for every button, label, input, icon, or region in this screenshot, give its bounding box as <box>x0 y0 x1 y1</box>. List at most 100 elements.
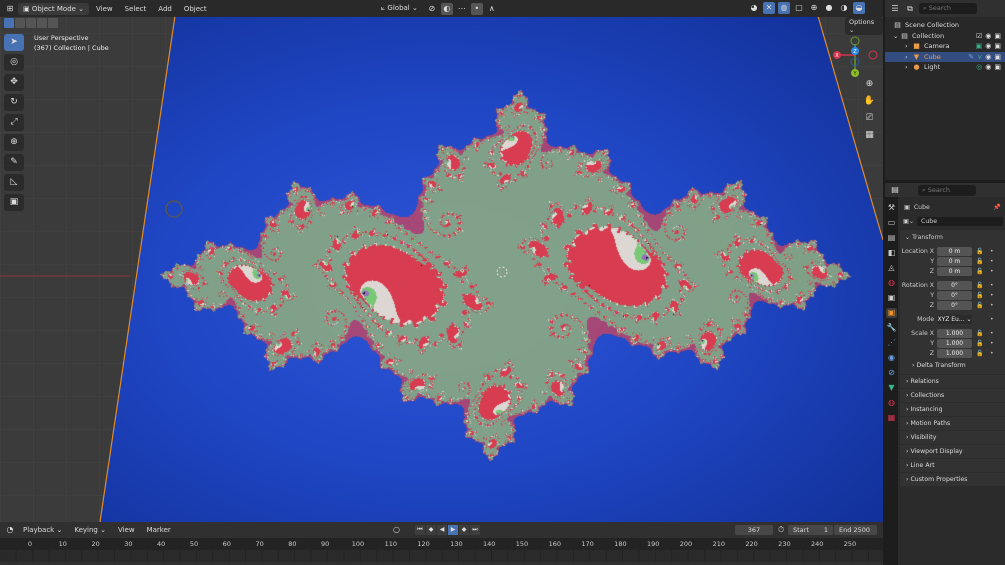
lock-icon[interactable]: 🔓 <box>974 292 986 299</box>
menu-view[interactable]: View <box>91 3 118 15</box>
next-keyframe-icon[interactable]: ◆ <box>459 525 469 535</box>
auto-keying-icon[interactable]: ○ <box>393 525 400 534</box>
shading-material-icon[interactable]: ◑ <box>838 2 850 14</box>
scale-z-field[interactable]: 1.000 <box>937 348 972 358</box>
camera-view-icon[interactable]: ⎚ <box>863 113 876 126</box>
gizmo-toggle-icon[interactable]: ✕ <box>763 2 775 14</box>
rotation-mode-dropdown[interactable]: XYZ Eu... ⌄ <box>937 314 972 324</box>
move-tool-icon[interactable]: ✥ <box>4 74 24 91</box>
pivot-icon[interactable]: ⊘ <box>426 3 438 15</box>
keyframe-dot-icon[interactable]: • <box>990 302 994 309</box>
location-x-field[interactable]: 0 m <box>937 246 972 256</box>
transform-orientation-dropdown[interactable]: ⟀ Global ⌄ <box>376 2 423 15</box>
render-camera-icon[interactable]: ▣ <box>994 42 1001 50</box>
filter-icon[interactable]: ⧉ <box>904 3 916 15</box>
outliner-item-cube[interactable]: › ▼ Cube ✎ ⋎ ◉ ▣ <box>885 51 1005 62</box>
constraints-tab-icon[interactable]: ⊘ <box>886 368 897 378</box>
scene-collection-row[interactable]: ▤ Scene Collection <box>885 20 1005 31</box>
eye-icon[interactable]: ◉ <box>985 63 991 71</box>
object-browse-icon[interactable]: ▣⌄ <box>903 218 914 225</box>
navigation-gizmo[interactable]: Z X Y <box>832 36 878 82</box>
data-tab-icon[interactable]: ▼ <box>886 383 897 393</box>
transform-panel-header[interactable]: ⌄ Transform <box>900 230 1005 244</box>
lock-icon[interactable]: 🔓 <box>974 268 986 275</box>
menu-object[interactable]: Object <box>179 3 212 15</box>
panel-motion-paths[interactable]: › Motion Paths <box>900 417 1005 430</box>
material-tab-icon[interactable]: ◍ <box>886 398 897 408</box>
snap-target-icon[interactable]: ⋯ <box>456 3 468 15</box>
keyframe-dot-icon[interactable]: • <box>990 340 994 347</box>
mode-dropdown[interactable]: ▣ Object Mode ⌄ <box>18 2 90 15</box>
play-reverse-icon[interactable]: ◀ <box>437 525 447 535</box>
play-icon[interactable]: ▶ <box>448 525 458 535</box>
panel-visibility[interactable]: › Visibility <box>900 431 1005 444</box>
pan-hand-icon[interactable]: ✋ <box>863 96 876 109</box>
rotation-y-field[interactable]: 0° <box>937 290 972 300</box>
rotation-x-field[interactable]: 0° <box>937 280 972 290</box>
current-frame-field[interactable]: 367 <box>735 525 773 535</box>
keyframe-dot-icon[interactable]: • <box>990 330 994 337</box>
scale-tool-icon[interactable]: ⤢ <box>4 114 24 131</box>
timeline-editor-icon[interactable]: ◔ <box>4 524 16 536</box>
scale-y-field[interactable]: 1.000 <box>937 338 972 348</box>
selection-modes[interactable] <box>4 18 58 28</box>
physics-tab-icon[interactable]: ◉ <box>886 353 897 363</box>
menu-playback[interactable]: Playback ⌄ <box>18 524 67 536</box>
overlay-icon[interactable]: ◍ <box>778 2 790 14</box>
keyframe-dot-icon[interactable]: • <box>990 258 994 265</box>
zoom-icon[interactable]: ⊕ <box>863 79 876 92</box>
view-layer-tab-icon[interactable]: ◧ <box>886 248 897 258</box>
render-camera-icon[interactable]: ▣ <box>994 32 1001 40</box>
texture-tab-icon[interactable]: ▦ <box>886 413 897 423</box>
panel-collections[interactable]: › Collections <box>900 389 1005 402</box>
menu-view[interactable]: View <box>113 524 140 536</box>
lock-icon[interactable]: 🔓 <box>974 350 986 357</box>
menu-add[interactable]: Add <box>153 3 177 15</box>
collection-tab-icon[interactable]: ▣ <box>886 293 897 303</box>
start-frame-field[interactable]: Start 1 <box>788 525 833 535</box>
select-tool-icon[interactable]: ➤ <box>4 34 24 51</box>
eye-icon[interactable]: ◉ <box>985 42 991 50</box>
proportional-edit-icon[interactable]: • <box>470 2 483 15</box>
shading-rendered-icon[interactable]: ◒ <box>853 2 865 14</box>
panel-viewport-display[interactable]: › Viewport Display <box>900 445 1005 458</box>
outliner-item-camera[interactable]: › ■ Camera ▣ ◉ ▣ <box>885 41 1005 52</box>
world-tab-icon[interactable]: ◍ <box>886 278 897 288</box>
output-tab-icon[interactable]: ▤ <box>886 233 897 243</box>
falloff-icon[interactable]: ∧ <box>486 3 498 15</box>
snap-icon[interactable]: ◐ <box>440 2 453 15</box>
editor-type-icon[interactable]: ⊞ <box>4 3 16 15</box>
cursor-tool-icon[interactable]: ◎ <box>4 54 24 71</box>
keyframe-dot-icon[interactable]: • <box>990 282 994 289</box>
shading-wireframe-icon[interactable]: ⊕ <box>808 2 820 14</box>
lock-icon[interactable]: 🔓 <box>974 258 986 265</box>
render-camera-icon[interactable]: ▣ <box>994 63 1001 71</box>
annotate-tool-icon[interactable]: ✎ <box>4 154 24 171</box>
keyframe-dot-icon[interactable]: • <box>990 292 994 299</box>
lock-icon[interactable]: 🔓 <box>974 340 986 347</box>
object-name-field[interactable]: Cube <box>917 216 1003 226</box>
properties-editor-icon[interactable]: ▤ <box>889 184 901 196</box>
modifier-tab-icon[interactable]: 🔧 <box>886 323 897 333</box>
end-frame-field[interactable]: End 2500 <box>834 525 877 535</box>
menu-keying[interactable]: Keying ⌄ <box>69 524 111 536</box>
panel-delta-transform[interactable]: › Delta Transform <box>900 359 1005 372</box>
keyframe-dot-icon[interactable]: • <box>990 268 994 275</box>
location-y-field[interactable]: 0 m <box>937 256 972 266</box>
prev-keyframe-icon[interactable]: ◆ <box>426 525 436 535</box>
lock-icon[interactable]: 🔓 <box>974 302 986 309</box>
checkbox-icon[interactable]: ☑ <box>976 32 982 40</box>
rotation-z-field[interactable]: 0° <box>937 300 972 310</box>
eye-icon[interactable]: ◉ <box>985 53 991 61</box>
ortho-grid-icon[interactable]: ▦ <box>863 130 876 143</box>
transform-tool-icon[interactable]: ⊕ <box>4 134 24 151</box>
location-z-field[interactable]: 0 m <box>937 266 972 276</box>
lock-icon[interactable]: 🔓 <box>974 248 986 255</box>
visibility-icon[interactable]: ◕ <box>748 2 760 14</box>
display-mode-icon[interactable]: ☰ <box>889 3 901 15</box>
options-dropdown[interactable]: Options ⌄ <box>845 17 883 35</box>
xray-icon[interactable]: ▢ <box>793 2 805 14</box>
render-tab-icon[interactable]: ▭ <box>886 218 897 228</box>
menu-marker[interactable]: Marker <box>142 524 176 536</box>
jump-start-icon[interactable]: ⏮ <box>415 525 425 535</box>
